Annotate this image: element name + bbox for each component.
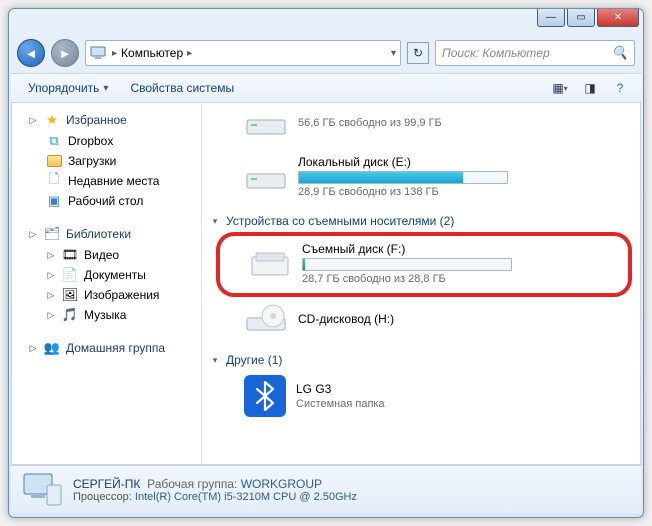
homegroup-group[interactable]: ▷👥Домашняя группа [12,337,201,359]
minimize-button[interactable]: — [537,9,565,27]
documents-icon: 📄 [62,267,78,283]
cpu-value: Intel(R) Core(TM) i5-3210M CPU @ 2.50GHz [135,491,357,503]
desktop-icon: ▣ [46,193,62,209]
recent-icon: 🗋 [46,173,62,189]
breadcrumb-root[interactable]: Компьютер [121,46,183,60]
drive-partial[interactable]: 56,6 ГБ свободно из 99,9 ГБ [208,105,632,151]
removable-devices-header[interactable]: ▾Устройства со съемными носителями (2) [208,208,632,232]
search-input[interactable]: Поиск: Компьютер 🔍 [435,40,635,66]
hdd-icon [244,159,288,195]
titlebar: — ▭ ✕ [9,9,643,37]
organize-button[interactable]: Упорядочить ▾ [19,77,117,99]
preview-pane-button[interactable]: ◨ [577,77,603,99]
downloads-icon [46,153,62,169]
sidebar-item-images[interactable]: ▷🖼Изображения [12,285,201,305]
homegroup-icon: 👥 [44,340,60,356]
images-icon: 🖼 [62,287,78,303]
refresh-button[interactable]: ↻ [407,42,429,64]
explorer-window: — ▭ ✕ ◄ ► ▸Компьютер▸ ▾ ↻ Поиск: Компьют… [8,8,644,518]
device-lg-g3[interactable]: LG G3 Системная папка [208,371,632,427]
breadcrumb-dropdown[interactable]: ▾ [391,48,396,59]
search-placeholder: Поиск: Компьютер [442,46,550,60]
other-devices-header[interactable]: ▾Другие (1) [208,347,632,371]
libraries-group[interactable]: ▷🗂Библиотеки [12,223,201,245]
address-bar: ◄ ► ▸Компьютер▸ ▾ ↻ Поиск: Компьютер 🔍 [9,37,643,73]
favorites-group[interactable]: ▷★Избранное [12,109,201,131]
capacity-bar [298,171,508,184]
capacity-bar [302,258,512,271]
sidebar-item-desktop[interactable]: ▣Рабочий стол [12,191,201,211]
toolbar: Упорядочить ▾ Свойства системы ▦ ▾ ◨ ? [11,73,641,103]
computer-icon [21,471,63,509]
back-button[interactable]: ◄ [17,39,45,67]
drive-f[interactable]: Съемный диск (F:) 28,7 ГБ свободно из 28… [248,242,618,285]
cd-drive-icon [244,301,288,337]
computer-icon [90,45,106,61]
maximize-button[interactable]: ▭ [567,9,595,27]
libraries-icon: 🗂 [44,226,60,242]
sidebar-item-downloads[interactable]: Загрузки [12,151,201,171]
navigation-pane: ▷★Избранное ⧉Dropbox Загрузки 🗋Недавние … [12,103,202,464]
content-pane: 56,6 ГБ свободно из 99,9 ГБ Локальный ди… [202,103,640,464]
video-icon: 🎞 [62,247,78,263]
details-pane: СЕРГЕЙ-ПК Рабочая группа: WORKGROUP Проц… [11,465,641,513]
dropbox-icon: ⧉ [46,133,62,149]
hdd-icon [244,105,288,141]
sidebar-item-music[interactable]: ▷🎵Музыка [12,305,201,325]
client-area: ▷★Избранное ⧉Dropbox Загрузки 🗋Недавние … [11,103,641,465]
help-button[interactable]: ? [607,77,633,99]
close-button[interactable]: ✕ [597,9,639,27]
sidebar-item-video[interactable]: ▷🎞Видео [12,245,201,265]
search-icon: 🔍 [612,45,628,61]
forward-button[interactable]: ► [51,39,79,67]
removable-disk-icon [248,246,292,282]
computer-name: СЕРГЕЙ-ПК [73,477,140,491]
system-properties-button[interactable]: Свойства системы [121,77,243,99]
music-icon: 🎵 [62,307,78,323]
drive-e[interactable]: Локальный диск (E:) 28,9 ГБ свободно из … [208,151,632,208]
highlight-annotation: Съемный диск (F:) 28,7 ГБ свободно из 28… [216,232,632,297]
bluetooth-icon [244,375,286,417]
sidebar-item-documents[interactable]: ▷📄Документы [12,265,201,285]
star-icon: ★ [44,112,60,128]
workgroup-value: WORKGROUP [241,477,322,491]
sidebar-item-recent[interactable]: 🗋Недавние места [12,171,201,191]
view-mode-button[interactable]: ▦ ▾ [547,77,573,99]
breadcrumb[interactable]: ▸Компьютер▸ ▾ [85,40,401,66]
drive-cd[interactable]: CD-дисковод (H:) [208,297,632,347]
sidebar-item-dropbox[interactable]: ⧉Dropbox [12,131,201,151]
